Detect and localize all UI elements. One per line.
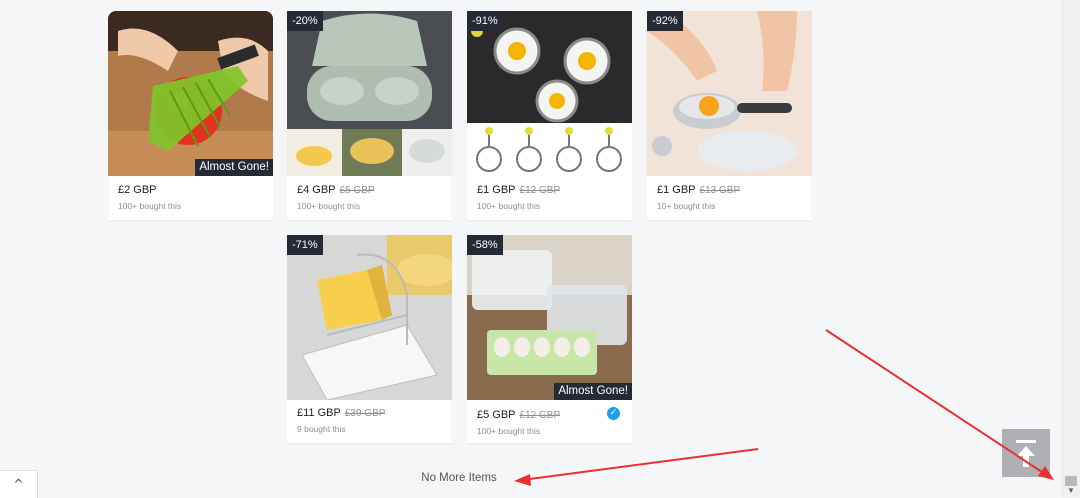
price: £2 GBP (118, 184, 157, 196)
original-price: £5 GBP (339, 185, 375, 196)
original-price: £12 GBP (519, 410, 561, 421)
current-price: £5 GBP (477, 409, 516, 421)
original-price: £39 GBP (344, 408, 386, 419)
back-to-top-button[interactable] (1002, 429, 1050, 477)
price: £4 GBP £5 GBP (297, 184, 375, 196)
product-image[interactable]: -58% Almost Gone! (467, 235, 632, 400)
discount-badge: -91% (467, 11, 503, 31)
current-price: £1 GBP (477, 184, 516, 196)
arrow-up-to-line-icon (1016, 440, 1036, 467)
product-image[interactable]: Almost Gone! (108, 11, 273, 176)
product-card[interactable]: -92% £1 GBP £13 GBP 10+ bought this (647, 11, 812, 220)
almost-gone-badge: Almost Gone! (195, 159, 273, 176)
no-more-items-label: No More Items (421, 472, 497, 484)
price: £1 GBP £13 GBP (657, 184, 740, 196)
bought-count: 9 bought this (297, 424, 346, 434)
product-image[interactable]: -20% (287, 11, 452, 176)
current-price: £1 GBP (657, 184, 696, 196)
product-image[interactable]: -71% (287, 235, 452, 400)
current-price: £2 GBP (118, 184, 157, 196)
product-card[interactable]: Almost Gone! £2 GBP 100+ bought this (108, 11, 273, 220)
discount-badge: -20% (287, 11, 323, 31)
bought-count: 100+ bought this (297, 201, 361, 211)
product-card[interactable]: -20% £4 GBP £5 GBP 100+ bought this (287, 11, 452, 220)
original-price: £13 GBP (699, 185, 741, 196)
original-price: £12 GBP (519, 185, 561, 196)
product-card[interactable]: -91% £1 GBP £12 GBP 100+ bought this (467, 11, 632, 220)
almost-gone-badge: Almost Gone! (554, 383, 632, 400)
discount-badge: -58% (467, 235, 503, 255)
bought-count: 100+ bought this (477, 201, 541, 211)
product-card[interactable]: -58% Almost Gone! £5 GBP £12 GBP ✓ 100+ b… (467, 235, 632, 443)
price: £5 GBP £12 GBP (477, 409, 560, 421)
current-price: £4 GBP (297, 184, 336, 196)
vertical-scrollbar[interactable]: ▼ (1062, 0, 1080, 497)
product-image[interactable]: -92% (647, 11, 812, 176)
price: £11 GBP £39 GBP (297, 407, 385, 419)
discount-badge: -92% (647, 11, 683, 31)
bought-count: 10+ bought this (657, 201, 716, 211)
scroll-down-arrow-icon[interactable]: ▼ (1067, 487, 1075, 495)
chevron-up-icon[interactable]: ^ (0, 470, 38, 498)
current-price: £11 GBP (297, 407, 341, 419)
price: £1 GBP £12 GBP (477, 184, 560, 196)
scrollbar-thumb[interactable] (1065, 476, 1077, 486)
bought-count: 100+ bought this (477, 426, 541, 436)
check-circle-icon: ✓ (607, 407, 620, 420)
bought-count: 100+ bought this (118, 201, 182, 211)
product-image[interactable]: -91% (467, 11, 632, 176)
product-card[interactable]: -71% £11 GBP £39 GBP 9 bought this (287, 235, 452, 443)
discount-badge: -71% (287, 235, 323, 255)
